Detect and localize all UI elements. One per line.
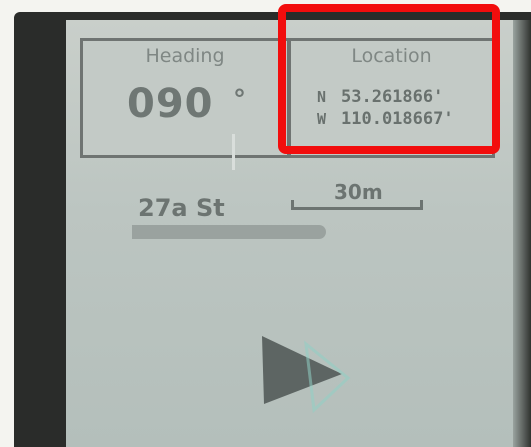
heading-value: 090 xyxy=(127,81,214,127)
map-scale-bar xyxy=(291,200,423,210)
street-name-label: 27a St xyxy=(138,194,225,222)
heading-unit: ° xyxy=(233,85,246,115)
heading-field[interactable]: Heading 090 ° xyxy=(80,38,290,158)
screen-bezel-right xyxy=(513,20,531,447)
location-highlight-box xyxy=(278,4,500,154)
navigation-arrow-icon xyxy=(262,336,351,414)
glare-streak xyxy=(232,134,235,170)
heading-label: Heading xyxy=(145,45,225,67)
road-segment xyxy=(132,225,326,239)
